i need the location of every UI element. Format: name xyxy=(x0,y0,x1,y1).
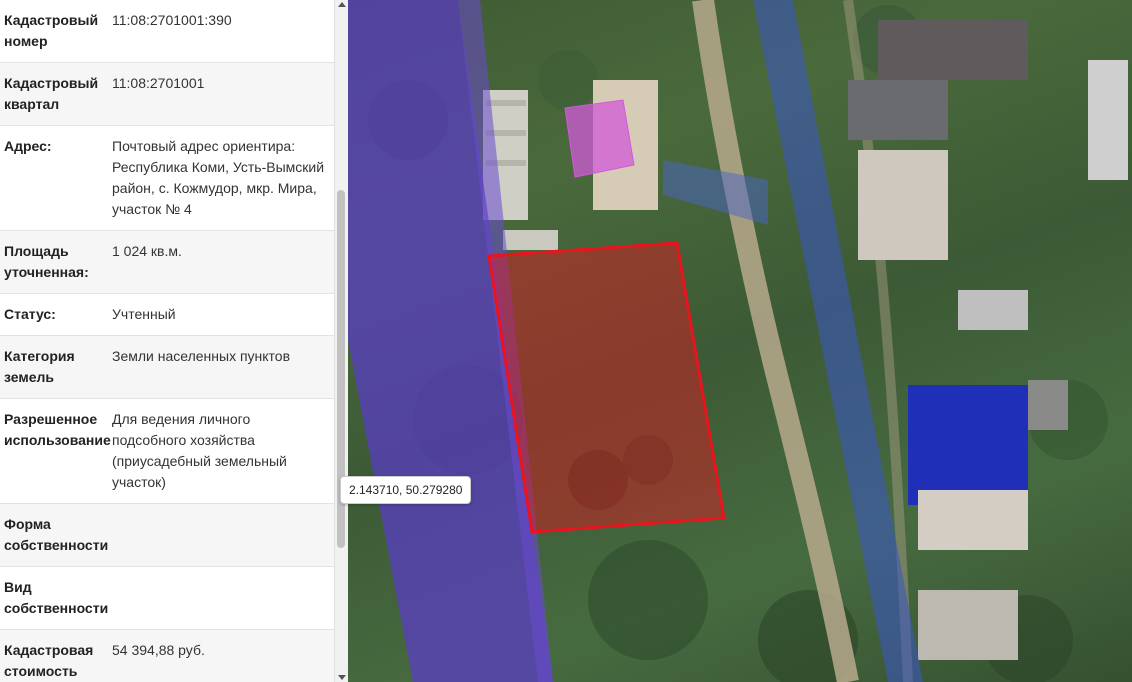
info-row-land-category: Категория земель Земли населенных пункто… xyxy=(0,336,334,399)
info-label: Вид собственности xyxy=(4,579,109,616)
info-row-address: Адрес: Почтовый адрес ориентира: Республ… xyxy=(0,126,334,231)
scroll-down-arrow-icon[interactable] xyxy=(338,675,346,680)
info-panel-scrollbar[interactable] xyxy=(334,0,348,682)
info-row-cadastral-quarter: Кадастровый квартал 11:08:2701001 xyxy=(0,63,334,126)
info-label: Площадь уточненная: xyxy=(4,243,89,280)
satellite-map[interactable] xyxy=(348,0,1132,682)
road-zone-branch-overlay xyxy=(663,160,768,225)
info-value: 54 394,88 руб. xyxy=(112,642,205,658)
info-value: Учтенный xyxy=(112,306,176,322)
info-row-ownership-form: Форма собственности xyxy=(0,504,334,567)
info-value: Почтовый адрес ориентира: Республика Ком… xyxy=(112,138,325,217)
info-label: Кадастровая стоимость xyxy=(4,642,94,679)
info-value: Земли населенных пунктов xyxy=(112,348,291,364)
info-label: Категория земель xyxy=(4,348,75,385)
info-value: 11:08:2701001 xyxy=(112,75,205,91)
parcel-info-panel: Кадастровый номер 11:08:2701001:390 Када… xyxy=(0,0,334,682)
info-label: Кадастровый квартал xyxy=(4,75,99,112)
info-value: 11:08:2701001:390 xyxy=(112,12,232,28)
info-label: Разрешенное использование xyxy=(4,411,111,448)
info-value: 1 024 кв.м. xyxy=(112,243,182,259)
scroll-up-arrow-icon[interactable] xyxy=(338,2,346,7)
info-value xyxy=(108,514,334,556)
info-row-status: Статус: Учтенный xyxy=(0,294,334,336)
neighbor-parcel[interactable] xyxy=(564,99,635,178)
info-row-cadastral-value: Кадастровая стоимость 54 394,88 руб. xyxy=(0,630,334,682)
selected-parcel[interactable] xyxy=(487,241,726,534)
info-label: Форма собственности xyxy=(4,516,109,553)
info-row-cadastral-number: Кадастровый номер 11:08:2701001:390 xyxy=(0,0,334,63)
coordinate-tooltip: 2.143710, 50.279280 xyxy=(340,476,472,504)
info-label: Кадастровый номер xyxy=(4,12,99,49)
info-value xyxy=(108,577,334,619)
info-label: Адрес: xyxy=(4,138,52,154)
info-value: Для ведения личного подсобного хозяйства… xyxy=(112,411,287,490)
info-label: Статус: xyxy=(4,306,56,322)
info-row-area: Площадь уточненная: 1 024 кв.м. xyxy=(0,231,334,294)
map-canvas[interactable] xyxy=(348,0,1132,682)
info-row-permitted-use: Разрешенное использование Для ведения ли… xyxy=(0,399,334,504)
info-row-ownership-type: Вид собственности xyxy=(0,567,334,630)
